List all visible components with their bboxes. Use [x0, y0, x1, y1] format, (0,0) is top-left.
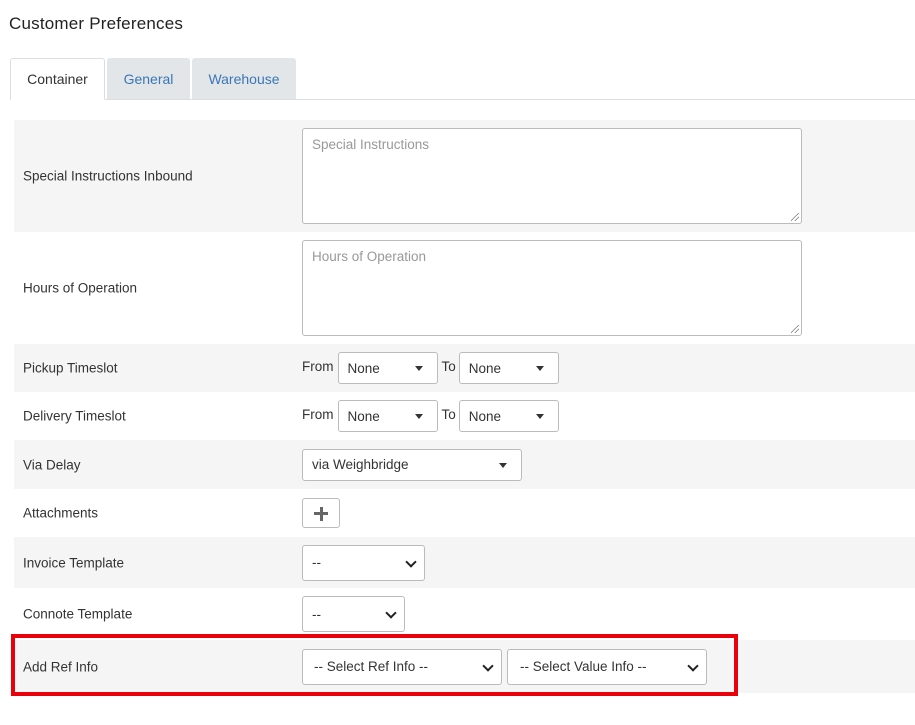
pickup-from-label: From: [302, 358, 334, 374]
row-via-delay: Via Delay via Weighbridge: [14, 440, 915, 489]
delivery-from-select[interactable]: None: [337, 400, 438, 432]
delivery-timeslot-controls: From None To None: [302, 400, 559, 432]
pickup-from-value: None: [347, 360, 380, 376]
caret-down-icon: [535, 366, 544, 371]
caret-down-icon: [414, 366, 423, 371]
delivery-timeslot-label: Delivery Timeslot: [23, 408, 126, 424]
add-attachment-button[interactable]: [302, 498, 340, 528]
row-delivery-timeslot: Delivery Timeslot From None To None: [14, 392, 915, 440]
row-invoice-template: Invoice Template --: [14, 537, 915, 588]
row-hours-of-operation: Hours of Operation Hours of Operation: [14, 232, 915, 344]
row-connote-template: Connote Template --: [14, 588, 915, 640]
pickup-timeslot-controls: From None To None: [302, 352, 559, 384]
chevron-down-icon: [385, 607, 397, 619]
ref-info-value: -- Select Ref Info --: [314, 659, 429, 674]
hours-of-operation-label: Hours of Operation: [23, 280, 138, 296]
via-delay-select[interactable]: via Weighbridge: [302, 448, 522, 481]
value-info-select[interactable]: -- Select Value Info --: [507, 648, 707, 685]
delivery-to-value: None: [468, 408, 502, 424]
pickup-to-select[interactable]: None: [458, 352, 559, 384]
chevron-down-icon: [482, 659, 494, 672]
delivery-to-label: To: [441, 406, 456, 422]
hours-of-operation-textarea[interactable]: Hours of Operation: [302, 240, 802, 336]
tab-bar: Container General Warehouse: [10, 58, 915, 100]
via-delay-value: via Weighbridge: [312, 457, 409, 472]
pickup-to-label: To: [441, 358, 456, 374]
add-ref-info-controls: -- Select Ref Info -- -- Select Value In…: [302, 648, 707, 685]
connote-template-label: Connote Template: [23, 606, 133, 622]
chevron-down-icon: [405, 555, 417, 568]
delivery-to-select[interactable]: None: [458, 400, 559, 432]
value-info-value: -- Select Value Info --: [520, 659, 647, 674]
row-attachments: Attachments: [14, 489, 915, 537]
invoice-template-label: Invoice Template: [23, 555, 125, 570]
tab-general[interactable]: General: [107, 58, 190, 99]
row-add-ref-info: Add Ref Info -- Select Ref Info -- -- Se…: [14, 640, 915, 693]
resize-grip-icon[interactable]: [791, 325, 799, 333]
resize-grip-icon[interactable]: [791, 213, 799, 221]
special-instructions-label: Special Instructions Inbound: [23, 168, 193, 184]
invoice-template-value: --: [312, 555, 321, 570]
special-instructions-placeholder: Special Instructions: [312, 137, 430, 152]
tab-container[interactable]: Container: [10, 58, 105, 100]
hours-of-operation-placeholder: Hours of Operation: [312, 249, 427, 264]
preferences-form: Special Instructions Inbound Special Ins…: [14, 120, 915, 693]
add-ref-info-label: Add Ref Info: [23, 659, 99, 674]
pickup-to-value: None: [468, 360, 502, 376]
pickup-timeslot-label: Pickup Timeslot: [23, 360, 118, 376]
row-special-instructions: Special Instructions Inbound Special Ins…: [14, 120, 915, 232]
invoice-template-select[interactable]: --: [302, 544, 425, 581]
caret-down-icon: [414, 414, 423, 419]
connote-template-value: --: [312, 606, 321, 622]
delivery-from-label: From: [302, 406, 334, 422]
caret-down-icon: [535, 414, 544, 419]
via-delay-label: Via Delay: [23, 457, 81, 472]
ref-info-select[interactable]: -- Select Ref Info --: [302, 648, 502, 685]
delivery-from-value: None: [347, 408, 380, 424]
chevron-down-icon: [687, 659, 699, 672]
special-instructions-textarea[interactable]: Special Instructions: [302, 128, 802, 224]
caret-down-icon: [499, 462, 507, 468]
pickup-from-select[interactable]: None: [337, 352, 438, 384]
attachments-label: Attachments: [23, 505, 99, 521]
row-pickup-timeslot: Pickup Timeslot From None To None: [14, 344, 915, 392]
tab-warehouse[interactable]: Warehouse: [192, 58, 296, 99]
connote-template-select[interactable]: --: [302, 596, 405, 632]
page-title: Customer Preferences: [9, 14, 184, 33]
